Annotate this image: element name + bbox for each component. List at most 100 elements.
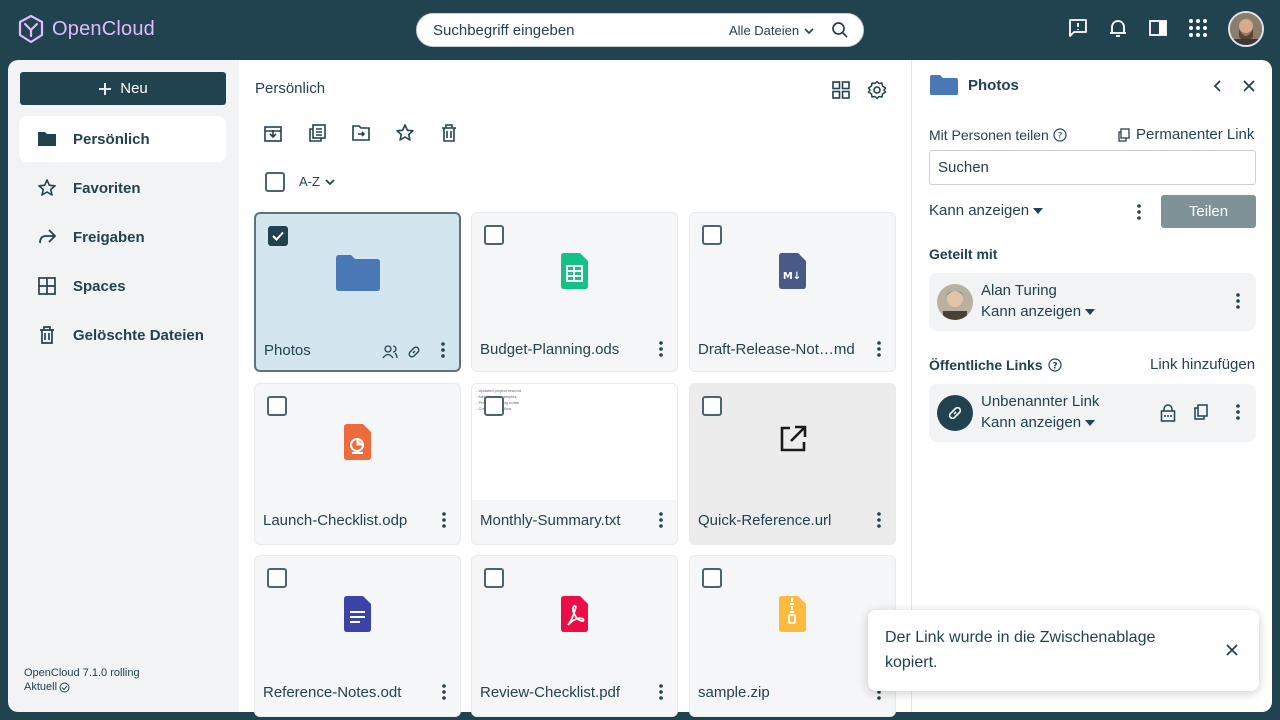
delete-button[interactable] [439, 123, 459, 143]
copy-icon [1194, 404, 1208, 420]
search-button[interactable] [831, 21, 849, 39]
sidebar-item-trash[interactable]: Gelöschte Dateien [19, 312, 226, 358]
file-name[interactable]: Budget-Planning.ods [480, 341, 619, 358]
file-checkbox[interactable] [702, 568, 722, 588]
download-button[interactable] [263, 123, 283, 143]
copy-icon [309, 124, 326, 142]
share-options-button[interactable] [1137, 204, 1141, 220]
copy-button[interactable] [307, 123, 327, 143]
app-switcher-button[interactable] [1188, 18, 1208, 38]
file-tile-quick-reference[interactable]: Quick-Reference.url [689, 383, 896, 545]
breadcrumb[interactable]: Persönlich [255, 80, 325, 97]
file-actions-button[interactable] [659, 341, 663, 357]
add-link-button[interactable]: Link hinzufügen [1150, 356, 1255, 373]
sidebar-item-favorites[interactable]: Favoriten [19, 165, 226, 211]
favorite-button[interactable] [395, 123, 415, 143]
app-logo[interactable]: OpenCloud [18, 14, 155, 44]
file-actions-button[interactable] [442, 512, 446, 528]
file-tile-monthly-summary[interactable]: - Updated project rescord - Added new ex… [471, 383, 678, 545]
file-checkbox[interactable] [484, 568, 504, 588]
permission-label: Kann anzeigen [929, 202, 1030, 219]
file-actions-button[interactable] [441, 342, 445, 358]
user-avatar-image [937, 284, 973, 320]
file-name[interactable]: Reference-Notes.odt [263, 684, 401, 701]
shared-user-permission-dropdown[interactable]: Kann anzeigen [981, 303, 1096, 320]
search-input[interactable]: Suchbegriff eingeben [433, 22, 575, 39]
file-checkbox[interactable] [702, 396, 722, 416]
file-checkbox[interactable] [484, 225, 504, 245]
help-icon[interactable]: ? [1053, 128, 1067, 142]
kebab-menu-icon [1137, 204, 1141, 220]
caret-down-icon [1085, 419, 1096, 426]
copy-link-button[interactable] [1194, 404, 1208, 420]
file-tile-launch-checklist[interactable]: Launch-Checklist.odp [254, 383, 461, 545]
sidebar-toggle-icon [1149, 20, 1167, 36]
file-actions-button[interactable] [659, 512, 663, 528]
file-checkbox[interactable] [267, 568, 287, 588]
new-button-label: Neu [120, 80, 148, 97]
file-name[interactable]: Photos [264, 342, 311, 359]
file-checkbox[interactable] [267, 396, 287, 416]
toast-close-button[interactable] [1225, 643, 1239, 657]
file-name[interactable]: Review-Checklist.pdf [480, 684, 620, 701]
file-actions-button[interactable] [877, 341, 881, 357]
file-tile-budget[interactable]: Budget-Planning.ods [471, 212, 678, 372]
sort-label: A-Z [299, 174, 320, 189]
caret-down-icon [1033, 207, 1044, 214]
file-name[interactable]: Launch-Checklist.odp [263, 512, 407, 529]
shared-user-actions-button[interactable] [1236, 293, 1240, 309]
folder-icon [38, 132, 56, 146]
lock-icon [1160, 404, 1176, 422]
share-button[interactable]: Teilen [1161, 195, 1256, 228]
permanent-link-button[interactable]: Permanenter Link [1118, 126, 1254, 143]
file-actions-button[interactable] [442, 684, 446, 700]
panel-title: Photos [968, 77, 1019, 94]
public-link-actions-button[interactable] [1236, 404, 1240, 420]
new-button[interactable]: Neu [20, 72, 226, 105]
file-actions-button[interactable] [877, 512, 881, 528]
file-tile-sample-zip[interactable]: sample.zip [689, 555, 896, 717]
user-avatar[interactable] [1228, 11, 1264, 47]
kebab-menu-icon [441, 342, 445, 358]
search-bar[interactable]: Suchbegriff eingeben Alle Dateien [416, 13, 864, 47]
public-link-permission-dropdown[interactable]: Kann anzeigen [981, 414, 1096, 431]
sidebar-item-shares[interactable]: Freigaben [19, 214, 226, 260]
panel-close-button[interactable] [1242, 79, 1256, 93]
file-checkbox[interactable] [702, 225, 722, 245]
view-mode-button[interactable] [831, 80, 851, 100]
svg-text:?: ? [1057, 132, 1062, 142]
file-name[interactable]: Draft-Release-Not…md [698, 341, 855, 358]
file-tile-photos[interactable]: Photos [254, 212, 461, 372]
file-checkbox[interactable] [268, 226, 288, 246]
file-tile-review-checklist[interactable]: Review-Checklist.pdf [471, 555, 678, 717]
user-avatar-image [1230, 13, 1262, 45]
spreadsheet-icon [560, 253, 589, 289]
sidebar-item-spaces[interactable]: Spaces [19, 263, 226, 309]
panel-back-button[interactable] [1212, 79, 1224, 93]
feedback-button[interactable] [1068, 18, 1088, 38]
notifications-button[interactable] [1108, 18, 1128, 38]
permission-dropdown[interactable]: Kann anzeigen [929, 202, 1044, 219]
link-password-button[interactable] [1160, 404, 1176, 422]
sidebar-item-personal[interactable]: Persönlich [19, 116, 226, 162]
view-settings-button[interactable] [867, 80, 887, 100]
sidebar-item-label: Favoriten [73, 179, 141, 197]
top-bar: OpenCloud Suchbegriff eingeben Alle Date… [0, 0, 1280, 60]
file-name[interactable]: sample.zip [698, 684, 770, 701]
file-name[interactable]: Quick-Reference.url [698, 512, 831, 529]
file-tile-draft-release-notes[interactable]: M↓ Draft-Release-Not…md [689, 212, 896, 372]
sidebar-toggle-button[interactable] [1148, 18, 1168, 38]
select-all-checkbox[interactable] [265, 172, 285, 192]
sidebar-item-label: Persönlich [73, 130, 150, 148]
version-info: OpenCloud 7.1.0 rolling Aktuell [24, 666, 140, 694]
sort-dropdown[interactable]: A-Z [299, 174, 336, 189]
move-button[interactable] [351, 123, 371, 143]
share-search-input[interactable]: Suchen [929, 150, 1256, 185]
file-tile-reference-notes[interactable]: Reference-Notes.odt [254, 555, 461, 717]
help-icon[interactable]: ? [1047, 358, 1062, 372]
file-name[interactable]: Monthly-Summary.txt [480, 512, 621, 529]
svg-text:M↓: M↓ [782, 271, 800, 282]
file-checkbox[interactable] [484, 396, 504, 416]
search-scope-dropdown[interactable]: Alle Dateien [729, 23, 815, 38]
file-actions-button[interactable] [659, 684, 663, 700]
